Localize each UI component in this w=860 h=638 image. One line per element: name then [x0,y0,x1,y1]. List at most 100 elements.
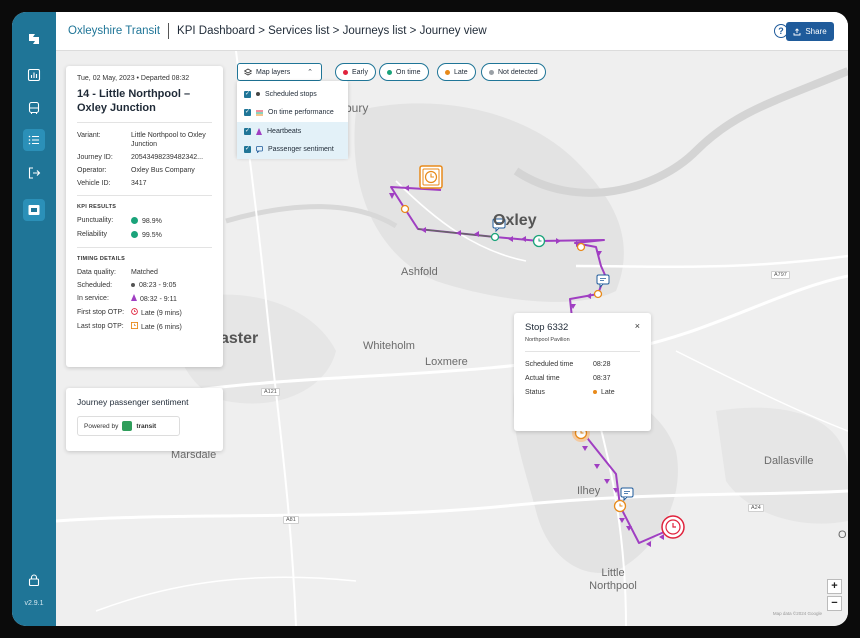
org-name[interactable]: Oxleyshire Transit [68,25,160,37]
checkbox: ✓ [244,146,251,154]
layer-option-heartbeats[interactable]: ✓ Heartbeats [237,122,348,141]
last-stop-marker[interactable] [661,515,685,539]
map-area[interactable]: bury Oxley Ashfold aster Whiteholm Loxme… [56,51,848,626]
journey-details: Variant: Little Northpool to Oxley Juncti… [77,131,212,188]
road-label: A797 [771,271,790,279]
chart-icon[interactable] [23,64,45,86]
check-icon [131,217,138,224]
divider [168,23,170,39]
logo-icon[interactable] [23,28,45,50]
place-label: Whiteholm [363,340,415,352]
stop-title: Stop 6332 [525,322,569,333]
place-label: Ashfold [401,266,438,278]
logout-icon[interactable] [23,162,45,184]
detail-row: Vehicle ID: 3417 [77,180,147,187]
zoom-in-button[interactable]: + [827,579,842,594]
detail-row: Journey ID: 20543498239482342... [77,154,204,161]
top-bar: Oxleyshire Transit KPI Dashboard > Servi… [56,12,848,51]
share-button[interactable]: Share [786,22,834,41]
stop-late [400,204,410,214]
powered-by-badge[interactable]: Powered by transit [77,416,180,436]
place-label: Oxley [493,212,537,229]
map-layers-menu: ✓ Scheduled stops ✓ On time performance ✓ H… [237,81,348,159]
stop-row: Scheduled time 08:28 [525,361,611,368]
timing-row: In service: 08:32 - 9:11 [77,294,177,303]
sidebar: v2.9.1 [12,12,56,626]
status-dot [387,69,392,75]
stop-row: Actual time 08:37 [525,375,611,382]
heartbeat-icon [256,127,262,135]
timing-row: Data quality: Matched [77,269,158,276]
timing-row: Scheduled: 08:23 - 9:05 [77,282,177,289]
journey-details-panel: Tue, 02 May, 2023 • Departed 08:32 14 - … [66,66,223,367]
kpi-row: Punctuality: 98.9% [77,217,162,225]
place-label: Dallasville [764,455,814,467]
timing-row: First stop OTP: Late (9 mins) [77,308,182,317]
filter-on-time[interactable]: On time [379,63,429,81]
timing-heading: TIMING DETAILS [77,256,126,262]
divider [77,195,212,196]
chat-icon [256,146,263,154]
calendar-icon[interactable] [23,199,45,221]
road-label: A81 [283,516,299,524]
performance-icon [256,110,263,116]
divider [77,122,212,123]
status-dot [593,390,597,394]
checkbox: ✓ [244,90,251,98]
close-icon[interactable]: × [635,321,640,331]
heartbeat-icon [131,294,137,301]
kpi-row: Reliability 99.5% [77,231,162,239]
stop-late [593,289,603,299]
layer-option-passenger-sentiment[interactable]: ✓ Passenger sentiment [237,140,348,159]
list-icon[interactable] [23,129,45,151]
upload-icon [793,27,801,35]
stop-info-popup: Stop 6332 Northpool Pavilion × Scheduled… [514,313,651,431]
filter-late[interactable]: Late [437,63,476,81]
sentiment-title: Journey passenger sentiment [77,397,189,407]
zoom-out-button[interactable]: − [827,596,842,611]
road-label: A24 [748,504,764,512]
breadcrumb[interactable]: KPI Dashboard > Services list > Journeys… [177,25,487,37]
share-label: Share [805,27,827,36]
lock-icon[interactable] [23,569,45,591]
place-label: O [838,529,847,541]
layer-option-on-time-performance[interactable]: ✓ On time performance [237,104,348,123]
checkbox: ✓ [244,127,251,135]
app-window: v2.9.1 Oxleyshire Transit KPI Dashboard … [12,12,848,626]
stop-on-time [490,232,500,242]
brand-label: transit [136,422,157,430]
version-label: v2.9.1 [24,600,44,607]
layer-option-scheduled-stops[interactable]: ✓ Scheduled stops [237,85,348,104]
checkbox: ✓ [244,109,251,117]
journey-title: 14 - Little Northpool – Oxley Junction [77,88,191,114]
journey-date: Tue, 02 May, 2023 • Departed 08:32 [77,75,190,82]
filter-not-detected[interactable]: Not detected [481,63,546,81]
detail-row: Variant: Little Northpool to Oxley Juncti… [77,132,206,148]
map-attribution[interactable]: Map data ©2024 Google [773,611,822,616]
place-label: Loxmere [425,356,468,368]
stop-late [576,242,586,252]
road-label: A121 [261,388,280,396]
layers-icon [244,68,252,76]
stop-dot-icon [131,283,135,287]
passenger-sentiment-panel: Journey passenger sentiment Powered by t… [66,388,223,451]
chevron-up-icon: ⌃ [307,69,313,76]
check-icon [131,231,138,238]
stop-row: Status Late [525,389,615,396]
status-dot [489,69,494,75]
bus-icon[interactable] [23,97,45,119]
powered-by-label: Powered by [84,422,119,430]
clock-square-icon [131,322,138,329]
place-label: Little Northpool [589,567,637,592]
divider [525,351,640,352]
place-label: Ilhey [577,485,601,497]
timing-row: Last stop OTP: Late (6 mins) [77,322,182,331]
status-dot [343,69,348,75]
first-stop-marker[interactable] [419,165,443,189]
stop-dot-icon [256,92,260,97]
kpi-heading: KPI RESULTS [77,204,117,210]
map-layers-button[interactable]: Map layers ⌃ [237,63,322,81]
detail-row: Operator: Oxley Bus Company [77,167,195,174]
filter-early[interactable]: Early [335,63,376,81]
transit-logo-icon [122,421,133,431]
